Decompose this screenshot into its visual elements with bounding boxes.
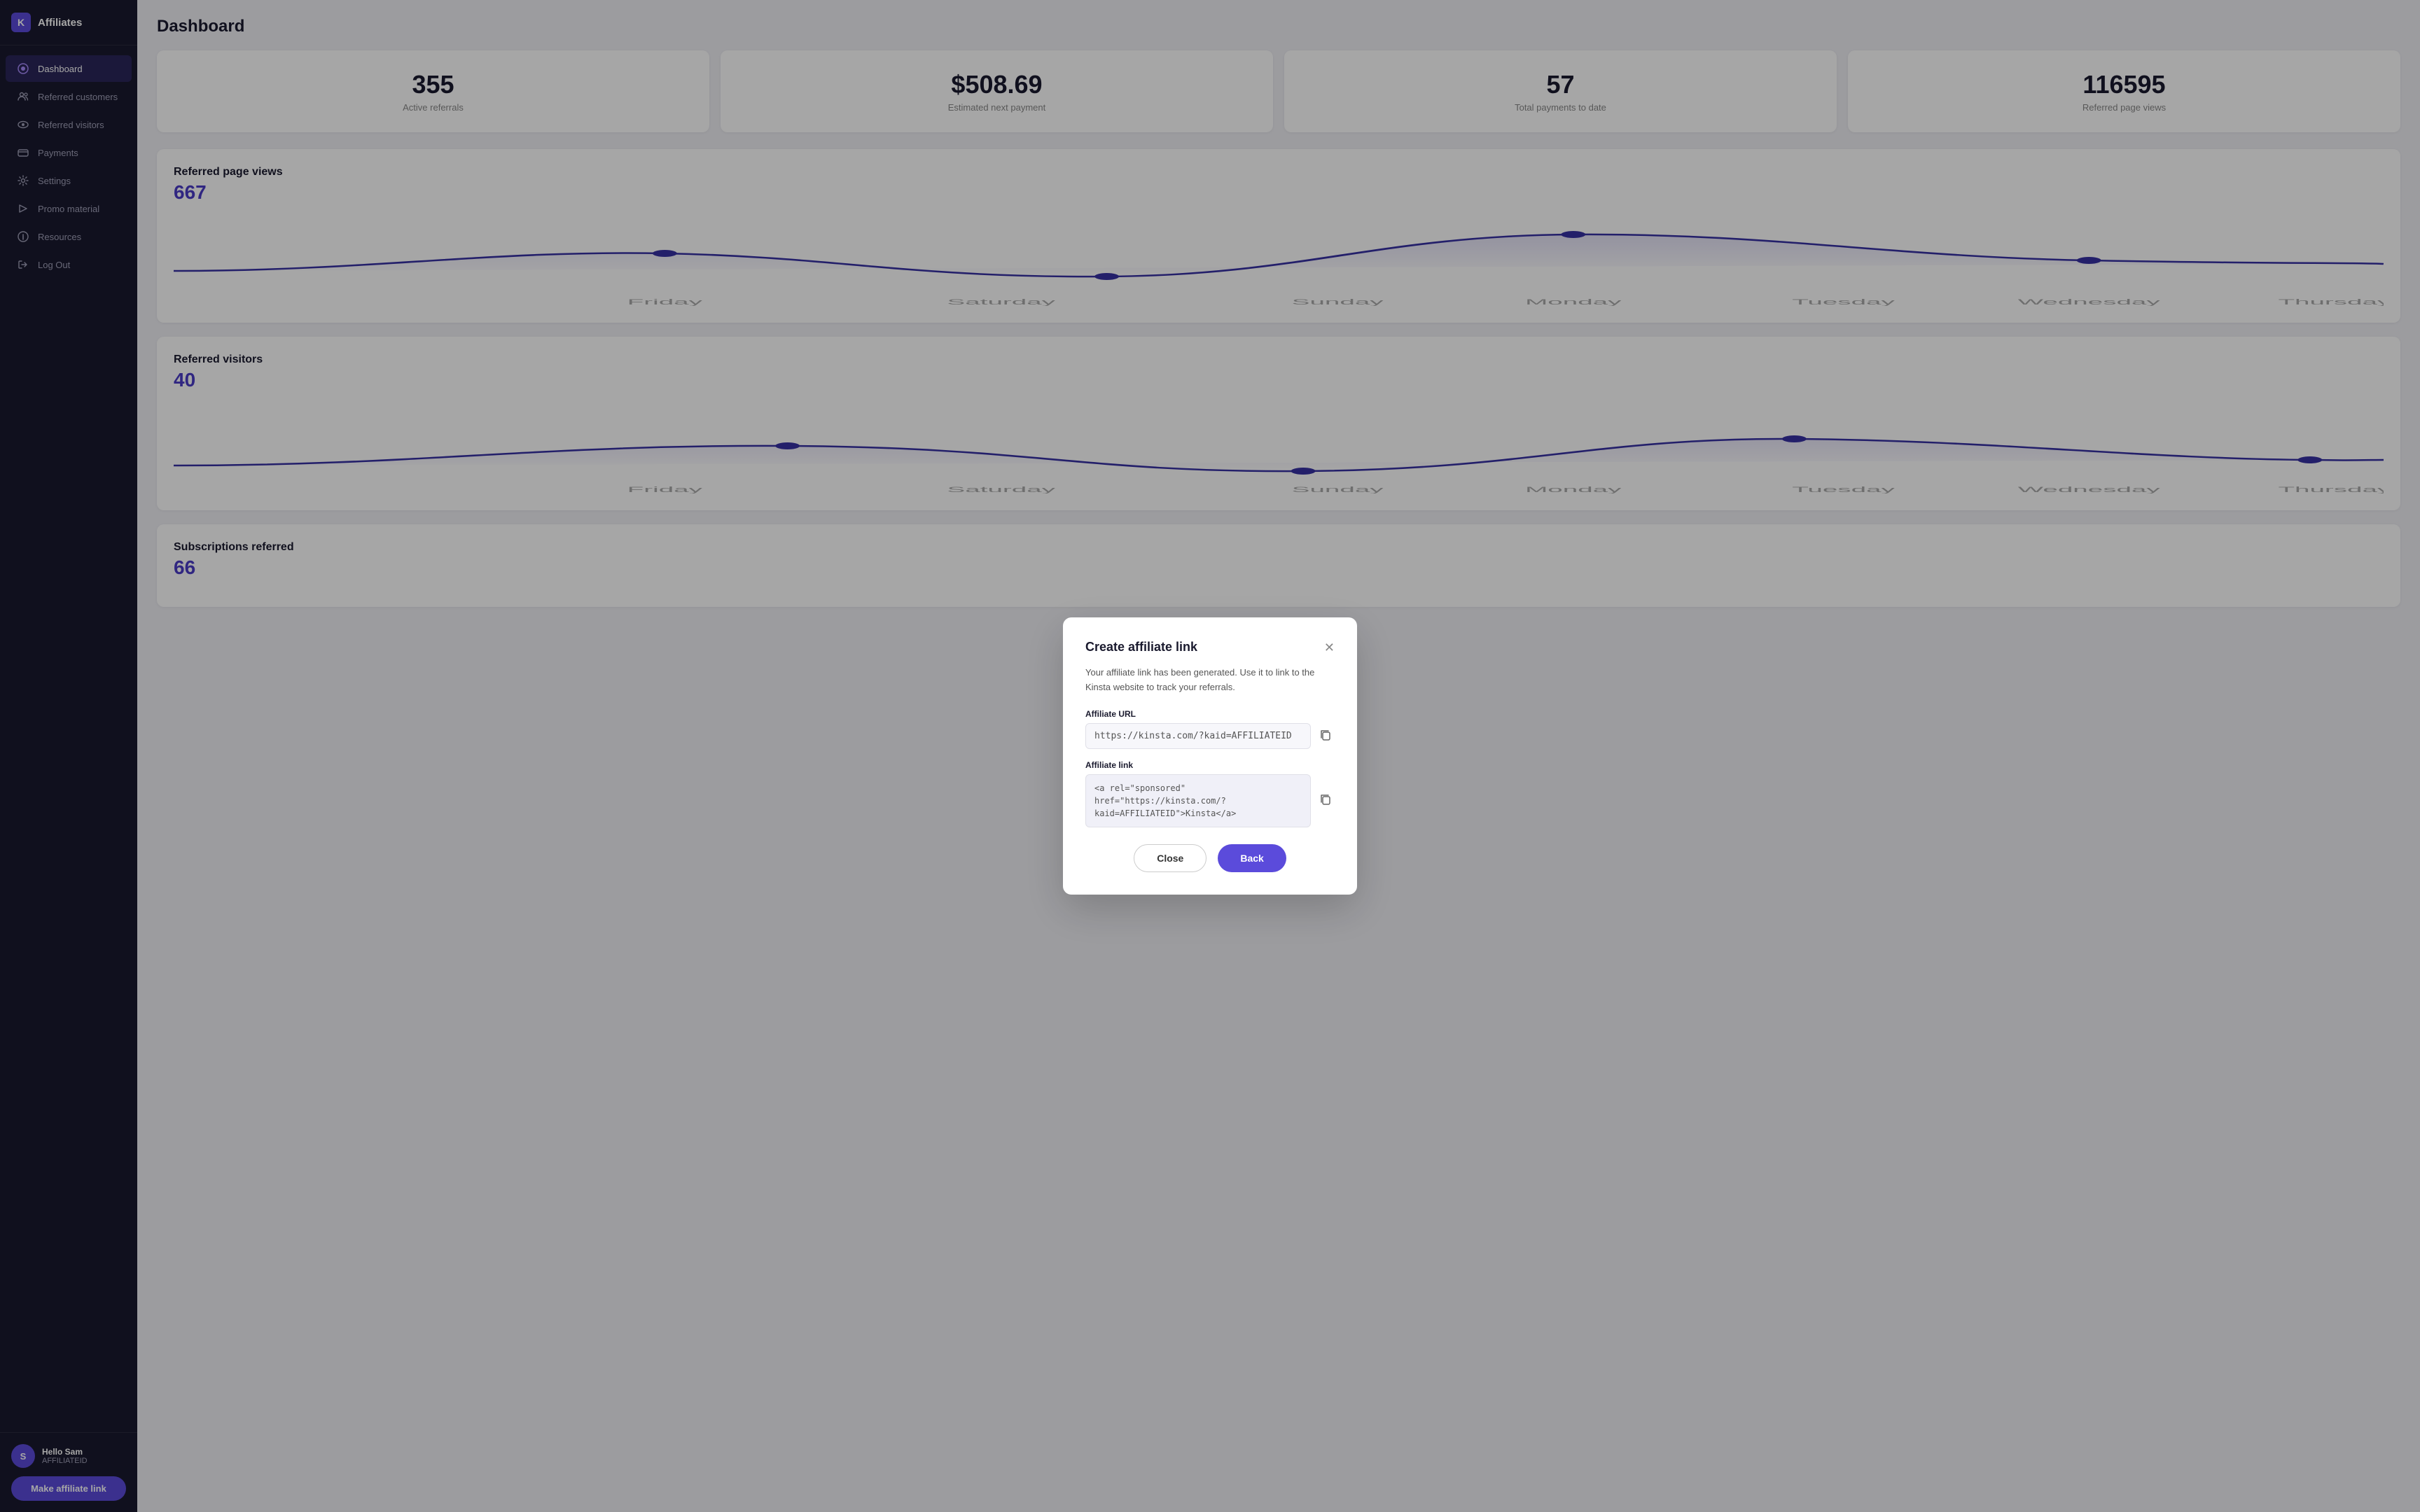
modal-title: Create affiliate link	[1085, 640, 1197, 654]
copy-url-button[interactable]	[1316, 726, 1335, 746]
modal-description: Your affiliate link has been generated. …	[1085, 666, 1335, 695]
create-affiliate-link-modal: Create affiliate link ✕ Your affiliate l…	[1063, 617, 1357, 895]
copy-link-button[interactable]	[1316, 790, 1335, 811]
copy-icon	[1319, 733, 1332, 743]
modal-actions: Close Back	[1085, 844, 1335, 872]
affiliate-link-field: Affiliate link	[1085, 760, 1335, 827]
affiliate-url-input[interactable]	[1085, 723, 1311, 749]
close-button[interactable]: Close	[1134, 844, 1206, 872]
close-icon: ✕	[1324, 640, 1335, 654]
modal-close-button[interactable]: ✕	[1324, 641, 1335, 654]
url-label: Affiliate URL	[1085, 709, 1335, 719]
back-button[interactable]: Back	[1218, 844, 1286, 872]
modal-backdrop[interactable]: Create affiliate link ✕ Your affiliate l…	[0, 0, 2420, 1512]
copy-link-icon	[1319, 797, 1332, 808]
affiliate-url-field: Affiliate URL	[1085, 709, 1335, 749]
modal-header: Create affiliate link ✕	[1085, 640, 1335, 654]
link-field-row	[1085, 774, 1335, 827]
link-label: Affiliate link	[1085, 760, 1335, 770]
affiliate-link-textarea[interactable]	[1085, 774, 1311, 827]
url-field-row	[1085, 723, 1335, 749]
